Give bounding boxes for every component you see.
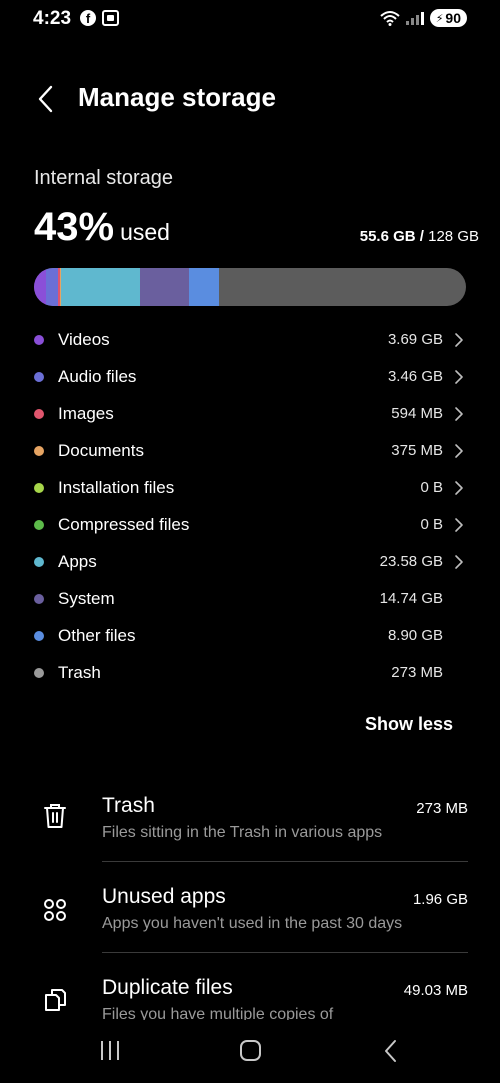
storage-bar-segment: [34, 268, 47, 306]
category-name: Videos: [58, 330, 110, 349]
storage-category-row[interactable]: Compressed files 0 B: [0, 506, 500, 543]
duplicate-files-icon: [45, 989, 66, 1011]
category-size: 14.74 GB: [379, 590, 443, 607]
recommendation-size: 1.96 GB: [412, 891, 468, 908]
chevron-right-icon: [455, 481, 463, 495]
storage-category-row: Trash 273 MB: [0, 654, 500, 691]
status-time: 4:23: [33, 8, 72, 29]
duplicate-files-recommendation[interactable]: Duplicate files 49.03 MB Files you have …: [0, 972, 500, 1020]
category-size: 0 B: [420, 516, 443, 533]
storage-category-row[interactable]: Installation files 0 B: [0, 469, 500, 506]
category-size: 594 MB: [391, 405, 443, 422]
page-title: Manage storage: [78, 82, 276, 112]
category-color-dot: [34, 409, 44, 419]
storage-category-row: Other files 8.90 GB: [0, 617, 500, 654]
usage-percent: 43%: [34, 205, 115, 249]
storage-category-list: Videos 3.69 GB Audio files 3.46 GB Images 594…: [0, 321, 500, 691]
storage-capacity: 55.6 GB / 128 GB: [360, 228, 479, 245]
trash-recommendation[interactable]: Trash 273 MB Files sitting in the Trash …: [0, 790, 500, 880]
chevron-right-icon: [455, 518, 463, 532]
divider: [102, 861, 468, 862]
chevron-right-icon: [455, 444, 463, 458]
category-name: Images: [58, 404, 114, 423]
category-name: System: [58, 589, 115, 608]
category-size: 375 MB: [391, 442, 443, 459]
back-button[interactable]: [34, 82, 58, 116]
category-name: Audio files: [58, 367, 137, 386]
back-icon[interactable]: [383, 1039, 397, 1063]
category-size: 3.46 GB: [387, 368, 443, 385]
storage-bar-segment: [61, 268, 140, 306]
battery-indicator: ⚡ 90: [429, 9, 467, 27]
chevron-right-icon: [455, 333, 463, 347]
recent-apps-icon[interactable]: [101, 1041, 119, 1060]
internal-storage-label: Internal storage: [34, 167, 173, 189]
storage-usage-bar: [34, 268, 466, 306]
category-size: 3.69 GB: [387, 331, 443, 348]
apps-grid-icon: [44, 899, 66, 921]
storage-category-row[interactable]: Documents 375 MB: [0, 432, 500, 469]
status-icons-left: f: [80, 10, 119, 26]
category-name: Other files: [58, 626, 136, 645]
status-icons-right: ⚡ 90: [380, 9, 467, 27]
category-size: 8.90 GB: [387, 627, 443, 644]
unused-apps-recommendation[interactable]: Unused apps 1.96 GB Apps you haven't use…: [0, 881, 500, 971]
divider: [102, 952, 468, 953]
storage-category-row[interactable]: Images 594 MB: [0, 395, 500, 432]
trash-icon: [44, 804, 66, 828]
recommendation-size: 273 MB: [416, 800, 468, 817]
battery-charging-icon: ⚡: [435, 12, 444, 25]
recommendation-size: 49.03 MB: [403, 982, 468, 999]
status-bar: 4:23 f ⚡ 90: [0, 0, 500, 40]
recommendation-description: Apps you haven't used in the past 30 day…: [102, 915, 403, 932]
facebook-icon: f: [80, 10, 96, 26]
show-less-button[interactable]: Show less: [365, 714, 453, 735]
storage-category-row[interactable]: Apps 23.58 GB: [0, 543, 500, 580]
screenshot-scan-icon: [102, 10, 119, 26]
category-name: Documents: [58, 441, 144, 460]
chevron-right-icon: [455, 555, 463, 569]
wifi-icon: [380, 11, 400, 26]
storage-category-row: System 14.74 GB: [0, 580, 500, 617]
storage-used: 55.6 GB /: [359, 228, 424, 245]
category-name: Installation files: [58, 478, 175, 497]
category-color-dot: [34, 520, 44, 530]
category-name: Trash: [58, 663, 101, 682]
cell-signal-icon: [405, 11, 424, 25]
battery-level: 90: [445, 10, 461, 26]
category-color-dot: [34, 631, 44, 641]
chevron-left-icon: [38, 85, 53, 113]
chevron-right-icon: [455, 370, 463, 384]
category-name: Apps: [58, 552, 97, 571]
category-size: 273 MB: [391, 664, 443, 681]
recommendation-title: Unused apps: [102, 885, 226, 908]
chevron-right-icon: [455, 407, 463, 421]
category-color-dot: [34, 483, 44, 493]
category-color-dot: [34, 594, 44, 604]
storage-total: 128 GB: [423, 228, 479, 245]
storage-bar-segment: [189, 268, 219, 306]
category-color-dot: [34, 668, 44, 678]
recommendation-description: Files you have multiple copies of: [102, 1006, 334, 1020]
storage-category-row[interactable]: Audio files 3.46 GB: [0, 358, 500, 395]
recommendation-title: Duplicate files: [102, 976, 233, 999]
category-size: 0 B: [420, 479, 443, 496]
navigation-bar: [0, 1020, 500, 1083]
home-icon[interactable]: [240, 1040, 261, 1061]
recommendation-description: Files sitting in the Trash in various ap…: [102, 824, 383, 841]
category-size: 23.58 GB: [379, 553, 443, 570]
storage-category-row[interactable]: Videos 3.69 GB: [0, 321, 500, 358]
category-color-dot: [34, 557, 44, 567]
category-color-dot: [34, 335, 44, 345]
storage-bar-segment: [46, 268, 58, 306]
usage-percent-suffix: used: [120, 219, 170, 245]
storage-bar-segment: [139, 268, 190, 306]
recommendation-title: Trash: [102, 794, 155, 817]
category-color-dot: [34, 372, 44, 382]
category-color-dot: [34, 446, 44, 456]
category-name: Compressed files: [58, 515, 190, 534]
usage-percent-row: 43% used: [34, 205, 170, 250]
